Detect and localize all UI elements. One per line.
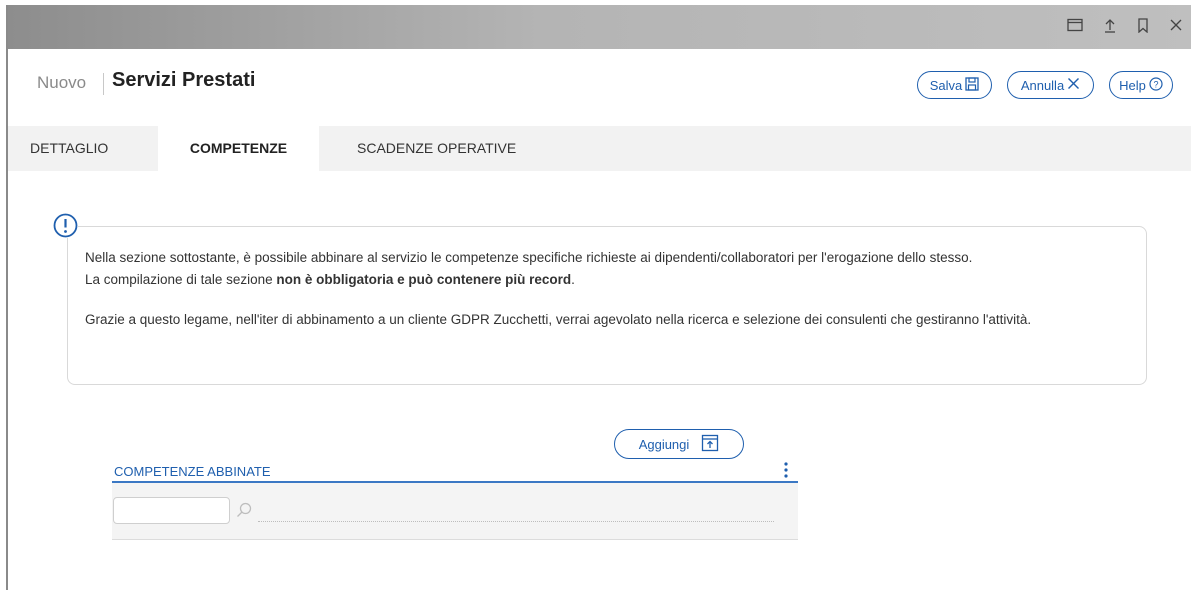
svg-text:?: ?	[1153, 79, 1158, 89]
close-icon	[1067, 77, 1080, 93]
page-title: Servizi Prestati	[112, 69, 256, 91]
filter-input[interactable]	[113, 497, 230, 524]
cancel-button-label: Annulla	[1020, 77, 1065, 93]
save-button-label: Salva	[929, 77, 963, 93]
tab-label: SCADENZE OPERATIVE	[357, 140, 517, 156]
tab-content: Nella sezione sottostante, è possibile a…	[8, 171, 1191, 590]
add-button[interactable]: Aggiungi	[614, 429, 744, 459]
info-text: Nella sezione sottostante, è possibile a…	[85, 247, 1135, 331]
info-line-2: La compilazione di tale sezione non è ob…	[85, 269, 1135, 291]
more-options-icon[interactable]	[782, 460, 790, 480]
application-window: Nuovo Servizi Prestati Salva Annulla Hel…	[6, 5, 1191, 590]
filter-placeholder-line	[258, 521, 774, 522]
info-paragraph-2: Grazie a questo legame, nell'iter di abb…	[85, 312, 1032, 327]
info-line-2-bold: non è obbligatoria e può contenere più r…	[276, 272, 572, 287]
tab-competenze[interactable]: COMPETENZE	[158, 126, 319, 171]
tab-label: DETTAGLIO	[30, 140, 109, 156]
breadcrumb-divider	[103, 73, 104, 95]
close-icon[interactable]	[1169, 18, 1183, 32]
add-record-icon	[701, 434, 719, 455]
window-icon[interactable]	[1067, 18, 1083, 32]
info-icon	[53, 213, 78, 238]
add-button-label: Aggiungi	[638, 436, 690, 452]
tab-label: COMPETENZE	[189, 140, 288, 156]
help-icon: ?	[1149, 76, 1163, 94]
info-line-2-prefix: La compilazione di tale sezione	[85, 272, 277, 287]
bookmark-icon[interactable]	[1137, 17, 1149, 33]
window-titlebar	[8, 5, 1191, 49]
window-controls	[1067, 17, 1183, 33]
cancel-button[interactable]: Annulla	[1007, 71, 1094, 99]
tab-bar: DETTAGLIO COMPETENZE SCADENZE OPERATIVE	[8, 126, 1191, 171]
page-header: Nuovo Servizi Prestati Salva Annulla Hel…	[8, 49, 1191, 127]
info-line-2-suffix: .	[571, 272, 575, 287]
help-button[interactable]: Help ?	[1109, 71, 1173, 99]
search-icon[interactable]	[236, 502, 252, 518]
tab-scadenze-operative[interactable]: SCADENZE OPERATIVE	[357, 126, 557, 171]
tab-dettaglio[interactable]: DETTAGLIO	[8, 126, 158, 171]
save-button[interactable]: Salva	[917, 71, 992, 99]
breadcrumb-new: Nuovo	[37, 73, 87, 92]
info-box: Nella sezione sottostante, è possibile a…	[67, 226, 1147, 385]
grid-title: COMPETENZE ABBINATE	[114, 464, 271, 479]
help-button-label: Help	[1119, 77, 1146, 93]
info-line-1: Nella sezione sottostante, è possibile a…	[85, 250, 973, 265]
save-icon	[965, 76, 979, 94]
grid-filter-row	[112, 483, 798, 540]
upload-icon[interactable]	[1103, 17, 1117, 33]
